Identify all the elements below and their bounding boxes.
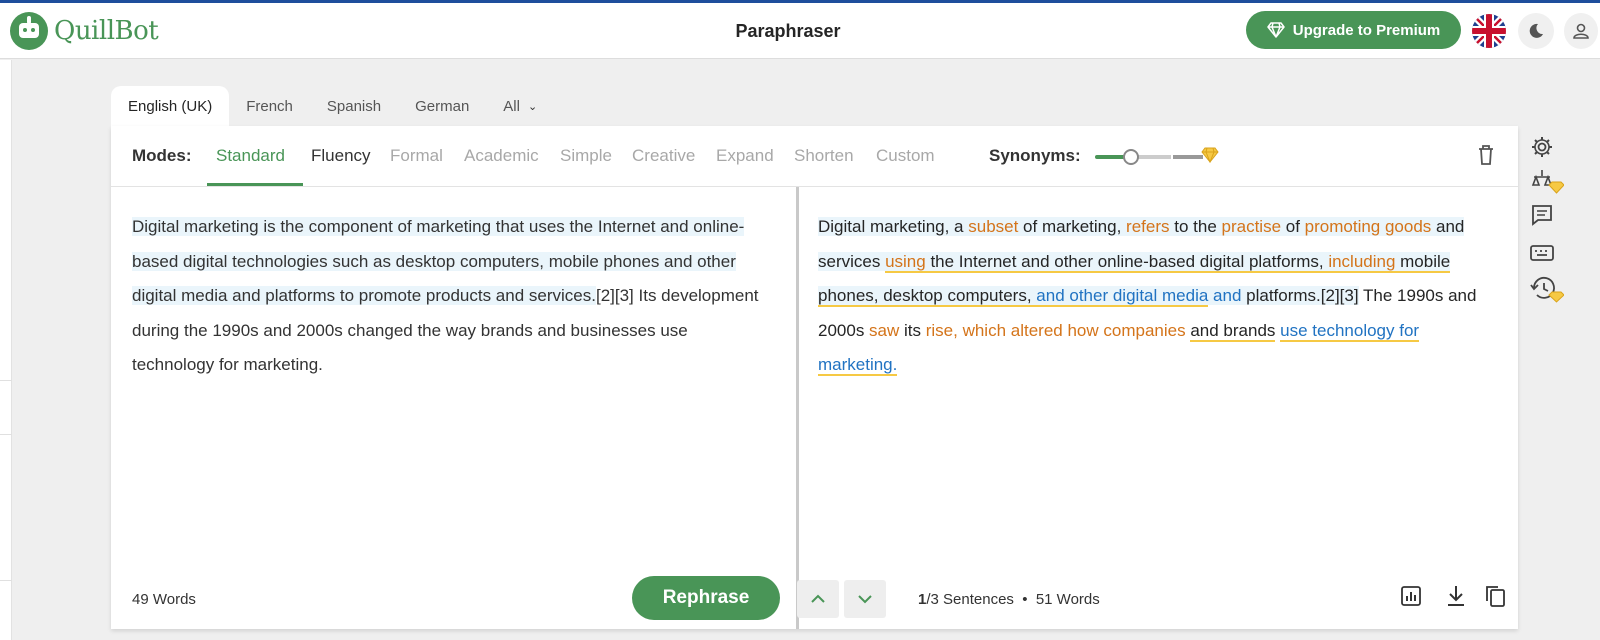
modes-label: Modes: xyxy=(132,146,192,165)
uk-flag-icon[interactable] xyxy=(1472,14,1506,48)
mode-standard[interactable]: Standard xyxy=(216,146,285,166)
paraphraser-editor: Modes: Standard Fluency Formal Academic … xyxy=(111,126,1518,629)
tab-spanish[interactable]: Spanish xyxy=(310,86,398,126)
input-word-count: 49 Words xyxy=(132,591,196,608)
upgrade-premium-button[interactable]: Upgrade to Premium xyxy=(1246,11,1461,49)
tab-all-label: All xyxy=(503,97,520,115)
tab-english-uk[interactable]: English (UK) xyxy=(111,86,230,126)
sentence-info: 1/3 Sentences • 51 Words xyxy=(918,591,1100,608)
diamond-icon xyxy=(1266,22,1285,38)
mode-formal[interactable]: Formal xyxy=(390,146,443,166)
synonyms-label: Synonyms: xyxy=(989,146,1081,165)
keyboard-shortcuts-button[interactable] xyxy=(1530,238,1570,268)
copy-icon xyxy=(1486,586,1505,607)
trash-icon xyxy=(1479,145,1493,165)
mode-academic[interactable]: Academic xyxy=(464,146,539,166)
moon-icon xyxy=(1529,23,1543,38)
account-button[interactable] xyxy=(1564,13,1598,49)
upgrade-label: Upgrade to Premium xyxy=(1292,21,1441,39)
next-sentence-button[interactable] xyxy=(844,580,886,618)
delete-text-button[interactable] xyxy=(1476,144,1496,171)
compare-modes-button[interactable] xyxy=(1530,166,1570,196)
history-icon xyxy=(1530,276,1564,303)
tab-german[interactable]: German xyxy=(398,86,486,126)
premium-diamond-icon xyxy=(1201,147,1219,163)
bar-chart-icon xyxy=(1401,586,1421,606)
sentence-total: /3 Sentences xyxy=(926,591,1014,608)
mode-creative[interactable]: Creative xyxy=(632,146,695,166)
compare-modes-icon xyxy=(1531,170,1564,194)
feedback-button[interactable] xyxy=(1530,200,1570,230)
app-header: QuillBot Paraphraser Upgrade to Premium xyxy=(0,3,1600,59)
left-sidebar-strip xyxy=(0,60,12,640)
history-button[interactable] xyxy=(1530,274,1570,304)
settings-button[interactable] xyxy=(1530,132,1570,162)
active-mode-underline xyxy=(207,183,303,186)
pane-divider[interactable] xyxy=(796,187,799,629)
keyboard-icon xyxy=(1530,245,1554,261)
tab-french[interactable]: French xyxy=(229,86,310,126)
chevron-down-icon xyxy=(858,595,872,604)
tab-all-languages[interactable]: All ⌄ xyxy=(486,86,554,126)
mode-simple[interactable]: Simple xyxy=(560,146,612,166)
gear-icon xyxy=(1532,137,1552,157)
slider-handle[interactable] xyxy=(1123,149,1139,165)
input-text-area[interactable]: Digital marketing is the component of ma… xyxy=(132,210,772,383)
copy-button[interactable] xyxy=(1481,582,1509,610)
modes-bar: Modes: Standard Fluency Formal Academic … xyxy=(111,126,1518,187)
chevron-down-icon: ⌄ xyxy=(527,100,538,113)
language-tabs: English (UK) French Spanish German All ⌄ xyxy=(111,86,554,126)
comment-icon xyxy=(1532,205,1552,226)
download-button[interactable] xyxy=(1442,582,1470,610)
previous-sentence-button[interactable] xyxy=(797,580,839,618)
output-text-area[interactable]: Digital marketing, a subset of marketing… xyxy=(818,210,1498,383)
user-icon xyxy=(1573,23,1589,39)
mode-expand[interactable]: Expand xyxy=(716,146,774,166)
synonyms-slider[interactable] xyxy=(1095,149,1207,165)
output-word-count: 51 Words xyxy=(1035,591,1100,608)
dark-mode-toggle[interactable] xyxy=(1518,13,1554,49)
mode-custom[interactable]: Custom xyxy=(876,146,935,166)
chevron-up-icon xyxy=(811,594,825,603)
mode-fluency[interactable]: Fluency xyxy=(311,146,371,166)
right-tool-rail xyxy=(1520,126,1590,326)
statistics-button[interactable] xyxy=(1397,582,1425,610)
rephrase-button[interactable]: Rephrase xyxy=(632,576,780,620)
mode-shorten[interactable]: Shorten xyxy=(794,146,854,166)
download-icon xyxy=(1448,586,1464,606)
